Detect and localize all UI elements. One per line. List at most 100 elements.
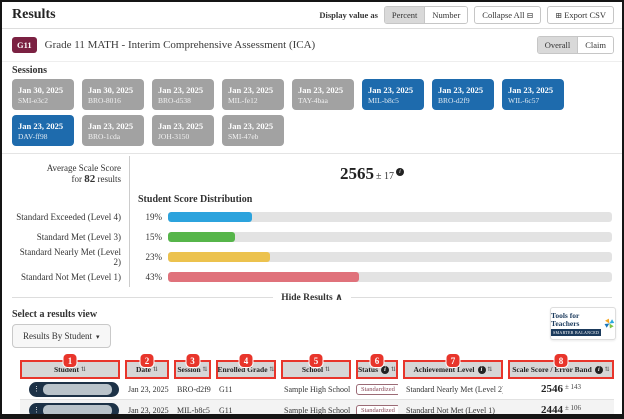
overall-claim-toggle: Overall Claim	[537, 36, 614, 54]
percent-button[interactable]: Percent	[385, 7, 425, 23]
session-button[interactable]: Jan 23, 2025BRO-d538	[152, 79, 214, 110]
column-header-scale-score[interactable]: 8 Scale Score / Error Bandi⇅	[508, 360, 614, 379]
grade-badge: G11	[12, 37, 37, 53]
tools-for-teachers-logo[interactable]: Tools for Teachers SMARTER BALANCED	[550, 307, 616, 340]
level-2-bar	[168, 252, 612, 262]
level-2-label: Standard Nearly Met (Level 2)	[12, 247, 130, 267]
results-view-dropdown[interactable]: Results By Student▾	[12, 324, 111, 348]
top-bar: Results Display value as Percent Number …	[2, 2, 622, 29]
annotation-badge: 6	[370, 353, 385, 368]
hide-results-button[interactable]: Hide Results ∧	[281, 292, 343, 303]
assessment-header: G11 Grade 11 MATH - Interim Comprehensiv…	[2, 29, 622, 62]
level-4-bar	[168, 212, 612, 222]
claim-tab[interactable]: Claim	[577, 37, 613, 53]
results-count: 82	[84, 173, 95, 185]
table-row: ⋮ Jan 23, 2025 BRO-d2f9 G11 Sample High …	[20, 379, 614, 400]
table-icon: ⊞	[555, 11, 562, 20]
row-session: MIL-b8c5	[174, 406, 211, 415]
session-button[interactable]: Jan 30, 2025SMI-e3c2	[12, 79, 74, 110]
row-school: Sample High School	[281, 385, 351, 394]
annotation-badge: 8	[554, 353, 569, 368]
level-4-label: Standard Exceeded (Level 4)	[12, 207, 130, 227]
column-header-date[interactable]: 2 Date⇅	[125, 360, 169, 379]
session-button[interactable]: Jan 23, 2025DAV-ff98	[12, 115, 74, 146]
annotation-badge: 5	[309, 353, 324, 368]
table-row: ⋮ Jan 23, 2025 MIL-b8c5 G11 Sample High …	[20, 400, 614, 419]
info-icon[interactable]: i	[595, 366, 603, 374]
select-view-label: Select a results view	[12, 309, 612, 320]
row-enrolled-grade: G11	[216, 385, 276, 394]
column-header-achievement-level[interactable]: 7 Achievement Leveli⇅	[403, 360, 503, 379]
top-bar-controls: Display value as Percent Number Collapse…	[319, 6, 614, 24]
distribution-row: Standard Not Met (Level 1) 43%	[12, 267, 614, 287]
sort-icon: ⇅	[605, 366, 610, 373]
session-button[interactable]: Jan 30, 2025BRO-8016	[82, 79, 144, 110]
view-selector-area: Select a results view Results By Student…	[2, 305, 622, 348]
redacted-student-name	[43, 384, 112, 395]
redacted-student-name	[43, 405, 112, 416]
row-enrolled-grade: G11	[216, 406, 276, 415]
distribution-title: Student Score Distribution	[138, 194, 252, 205]
row-achievement-level: Standard Nearly Met (Level 2)	[403, 385, 503, 394]
distribution-row: Standard Exceeded (Level 4) 19%	[12, 207, 614, 227]
sort-icon: ⇅	[391, 366, 396, 373]
annotation-badge: 2	[140, 353, 155, 368]
collapse-all-button[interactable]: Collapse All ⊟	[474, 6, 541, 24]
status-badge: Standardized	[356, 384, 398, 395]
sort-icon: ⇅	[81, 366, 86, 373]
average-scale-score-value: 2565± 17i	[130, 164, 614, 184]
results-table: 1 Student⇅ 2 Date⇅ 3 Session⇅ 4 Enrolled…	[20, 360, 614, 419]
session-button[interactable]: Jan 23, 2025SMI-47eb	[222, 115, 284, 146]
sort-icon: ⇅	[270, 366, 275, 373]
export-csv-button[interactable]: ⊞ Export CSV	[547, 6, 614, 24]
level-2-percent: 23%	[130, 252, 162, 262]
annotation-badge: 1	[63, 353, 78, 368]
sessions-grid: Jan 30, 2025SMI-e3c2 Jan 30, 2025BRO-801…	[12, 79, 612, 146]
row-date: Jan 23, 2025	[125, 385, 169, 394]
display-value-toggle: Percent Number	[384, 6, 468, 24]
average-scale-score-label: Average Scale Score for 82 results	[12, 156, 130, 192]
overall-tab[interactable]: Overall	[538, 37, 578, 53]
chevron-down-icon: ▾	[96, 333, 100, 341]
column-header-session[interactable]: 3 Session⇅	[174, 360, 211, 379]
info-icon[interactable]: i	[478, 366, 486, 374]
session-button[interactable]: Jan 23, 2025JOH-3150	[152, 115, 214, 146]
level-1-label: Standard Not Met (Level 1)	[12, 267, 130, 287]
column-header-school[interactable]: 5 School⇅	[281, 360, 351, 379]
chevron-up-icon: ∧	[335, 293, 343, 303]
distribution-row: Standard Nearly Met (Level 2) 23%	[12, 247, 614, 267]
sessions-label: Sessions	[12, 65, 612, 76]
session-button[interactable]: Jan 23, 2025TAY-4baa	[292, 79, 354, 110]
info-icon[interactable]: i	[396, 168, 404, 176]
collapse-icon: ⊟	[527, 11, 534, 20]
sessions-section: Sessions Jan 30, 2025SMI-e3c2 Jan 30, 20…	[2, 62, 622, 154]
session-button[interactable]: Jan 23, 2025MIL-fe12	[222, 79, 284, 110]
level-3-percent: 15%	[130, 232, 162, 242]
grip-icon: ⋮	[33, 407, 40, 414]
display-value-label: Display value as	[319, 10, 378, 20]
results-page: Results Display value as Percent Number …	[0, 0, 624, 419]
session-button[interactable]: Jan 23, 2025MIL-b8c5	[362, 79, 424, 110]
student-name-button[interactable]: ⋮	[29, 403, 119, 418]
student-name-button[interactable]: ⋮	[29, 382, 119, 397]
number-button[interactable]: Number	[424, 7, 467, 23]
row-date: Jan 23, 2025	[125, 406, 169, 415]
column-header-status[interactable]: 6 Statusi⇅	[356, 360, 398, 379]
level-4-percent: 19%	[130, 212, 162, 222]
page-title: Results	[12, 7, 56, 23]
column-header-student[interactable]: 1 Student⇅	[20, 360, 120, 379]
session-button[interactable]: Jan 23, 2025WIL-6c57	[502, 79, 564, 110]
annotation-badge: 3	[185, 353, 200, 368]
row-scale-score: 2444± 106	[508, 404, 614, 416]
level-1-percent: 43%	[130, 272, 162, 282]
column-header-enrolled-grade[interactable]: 4 Enrolled Grade⇅	[216, 360, 276, 379]
session-button[interactable]: Jan 23, 2025BRO-1cda	[82, 115, 144, 146]
status-badge: Standardized	[356, 405, 398, 416]
sort-icon: ⇅	[153, 366, 158, 373]
table-header-row: 1 Student⇅ 2 Date⇅ 3 Session⇅ 4 Enrolled…	[20, 360, 614, 379]
annotation-badge: 4	[239, 353, 254, 368]
sort-icon: ⇅	[203, 366, 208, 373]
annotation-badge: 7	[446, 353, 461, 368]
session-button[interactable]: Jan 23, 2025BRO-d2f9	[432, 79, 494, 110]
sort-icon: ⇅	[488, 366, 493, 373]
